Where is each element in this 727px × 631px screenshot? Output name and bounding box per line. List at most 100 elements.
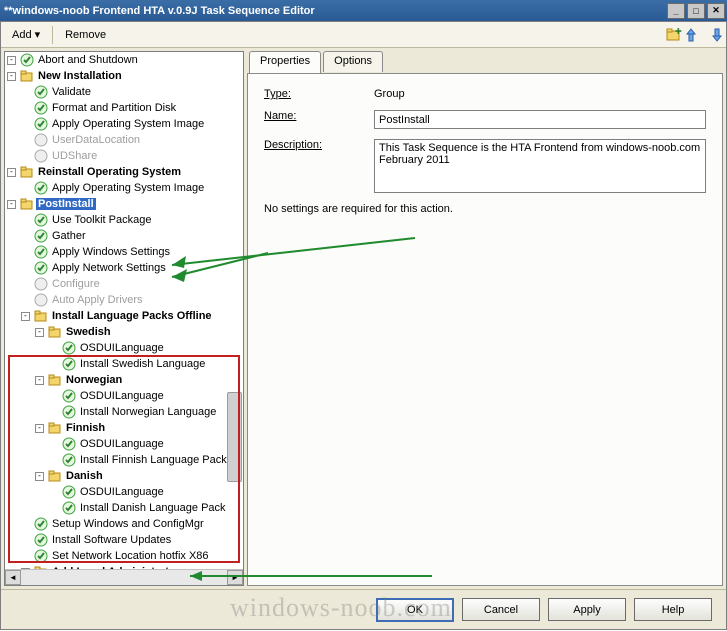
check-icon [34,101,48,115]
folder-icon [48,373,62,387]
disabled-icon [34,293,48,307]
scroll-left-icon[interactable]: ◄ [5,570,21,585]
tree-group-norwegian[interactable]: -Norwegian [35,372,243,388]
tree-group-add-local-admin[interactable]: +Add Local Administrator [21,564,243,569]
tree-item[interactable]: Install Norwegian Language [49,404,243,420]
check-icon [34,213,48,227]
name-input[interactable] [374,110,706,129]
tree-item[interactable]: Install Swedish Language [49,356,243,372]
tree-item[interactable]: OSDUILanguage [49,388,243,404]
apply-button[interactable]: Apply [548,598,626,621]
tree-item[interactable]: Set Network Location hotfix X86 [21,548,243,564]
tree-item[interactable]: Install Finnish Language Pack [49,452,243,468]
folder-icon [48,421,62,435]
tree-group-danish[interactable]: -Danish [35,468,243,484]
tree-group-postinstall[interactable]: -PostInstall [7,196,243,212]
check-icon [34,85,48,99]
check-icon [62,485,76,499]
scrollbar-thumb[interactable] [227,392,242,482]
cancel-button[interactable]: Cancel [462,598,540,621]
tree-item[interactable]: -Abort and Shutdown [7,52,243,68]
tree-item[interactable]: Install Software Updates [21,532,243,548]
folder-icon [20,69,34,83]
tree-item[interactable]: Format and Partition Disk [21,100,243,116]
tree-item[interactable]: Gather [21,228,243,244]
tree-group-finnish[interactable]: -Finnish [35,420,243,436]
tab-options[interactable]: Options [323,51,383,72]
tree-item[interactable]: Apply Operating System Image [21,180,243,196]
check-icon [62,389,76,403]
check-icon [34,517,48,531]
tree-group-swedish[interactable]: -Swedish [35,324,243,340]
close-button[interactable]: ✕ [707,3,725,19]
info-text: No settings are required for this action… [264,203,706,215]
tree-panel: -Abort and Shutdown -New Installation Va… [4,51,244,586]
check-icon [34,549,48,563]
new-folder-icon[interactable]: ✚ [666,27,682,43]
disabled-icon [34,277,48,291]
tree-group-reinstall[interactable]: -Reinstall Operating System [7,164,243,180]
folder-icon [48,469,62,483]
check-icon [62,501,76,515]
help-button[interactable]: Help [634,598,712,621]
folder-icon [34,565,48,569]
tree-view[interactable]: -Abort and Shutdown -New Installation Va… [5,52,243,569]
minimize-button[interactable]: _ [667,3,685,19]
folder-icon [20,197,34,211]
tree-item[interactable]: OSDUILanguage [49,436,243,452]
add-button[interactable]: Add ▾ [5,25,47,44]
maximize-button[interactable]: □ [687,3,705,19]
folder-icon [34,309,48,323]
type-value: Group [374,88,405,100]
tree-item[interactable]: OSDUILanguage [49,340,243,356]
tree-item-disabled[interactable]: UserDataLocation [21,132,243,148]
tree-item-disabled[interactable]: Auto Apply Drivers [21,292,243,308]
type-label: Type: [264,88,374,100]
check-icon [62,453,76,467]
ok-button[interactable]: OK [376,598,454,622]
add-label: Add [12,29,32,41]
check-icon [62,341,76,355]
description-textarea[interactable] [374,139,706,193]
disabled-icon [34,133,48,147]
tree-item[interactable]: OSDUILanguage [49,484,243,500]
check-icon [34,533,48,547]
tree-item[interactable]: Use Toolkit Package [21,212,243,228]
properties-panel: Type: Group Name: Description: No settin… [247,73,723,586]
tree-item-disabled[interactable]: UDShare [21,148,243,164]
chevron-down-icon: ▾ [35,28,41,41]
tree-group-language-packs[interactable]: -Install Language Packs Offline [21,308,243,324]
tab-properties[interactable]: Properties [249,51,321,73]
tree-item-apply-network[interactable]: Apply Network Settings [21,260,243,276]
check-icon [62,405,76,419]
tree-item[interactable]: Validate [21,84,243,100]
move-up-icon[interactable] [686,27,702,43]
window-title: **windows-noob Frontend HTA v.0.9J Task … [4,5,315,17]
check-icon [34,245,48,259]
titlebar: **windows-noob Frontend HTA v.0.9J Task … [0,0,727,21]
remove-button[interactable]: Remove [58,26,113,44]
tree-item[interactable]: Install Danish Language Pack [49,500,243,516]
check-icon [20,53,34,67]
move-down-icon[interactable] [706,27,722,43]
folder-icon [48,325,62,339]
check-icon [62,357,76,371]
tree-item-setup-configmgr[interactable]: Setup Windows and ConfigMgr [21,516,243,532]
toolbar-separator [52,26,53,44]
check-icon [62,437,76,451]
name-label: Name: [264,110,374,122]
folder-icon [20,165,34,179]
tree-item-disabled[interactable]: Configure [21,276,243,292]
dialog-buttons: OK Cancel Apply Help [1,589,726,629]
check-icon [34,117,48,131]
scroll-right-icon[interactable]: ► [227,570,243,585]
tree-item[interactable]: Apply Operating System Image [21,116,243,132]
description-label: Description: [264,139,374,151]
tree-item-apply-windows[interactable]: Apply Windows Settings [21,244,243,260]
toolbar: Add ▾ Remove ✚ [1,22,726,48]
check-icon [34,229,48,243]
remove-label: Remove [65,29,106,41]
tree-group-new-installation[interactable]: -New Installation [7,68,243,84]
check-icon [34,181,48,195]
horizontal-scrollbar[interactable]: ◄ ► [5,569,243,585]
